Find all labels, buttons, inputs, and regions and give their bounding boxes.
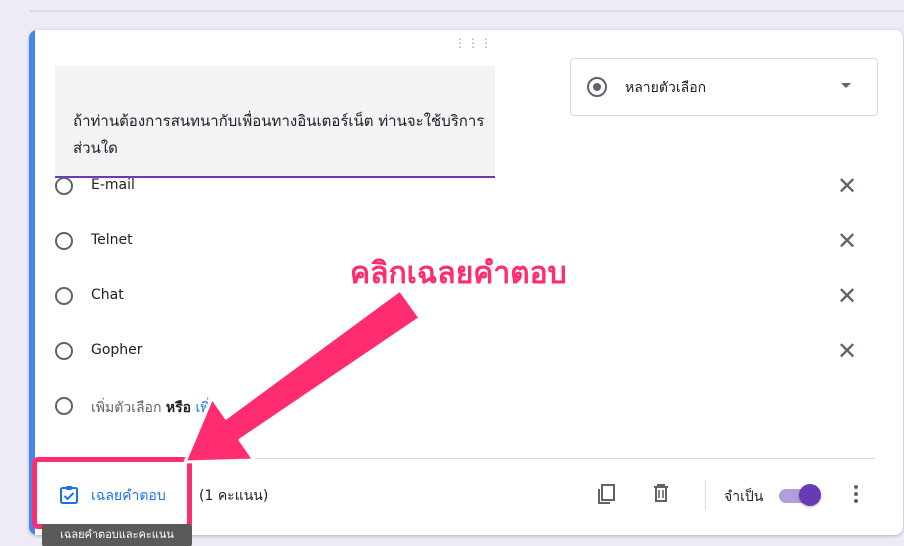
annotation-text: คลิกเฉลยคำตอบ (350, 256, 567, 291)
